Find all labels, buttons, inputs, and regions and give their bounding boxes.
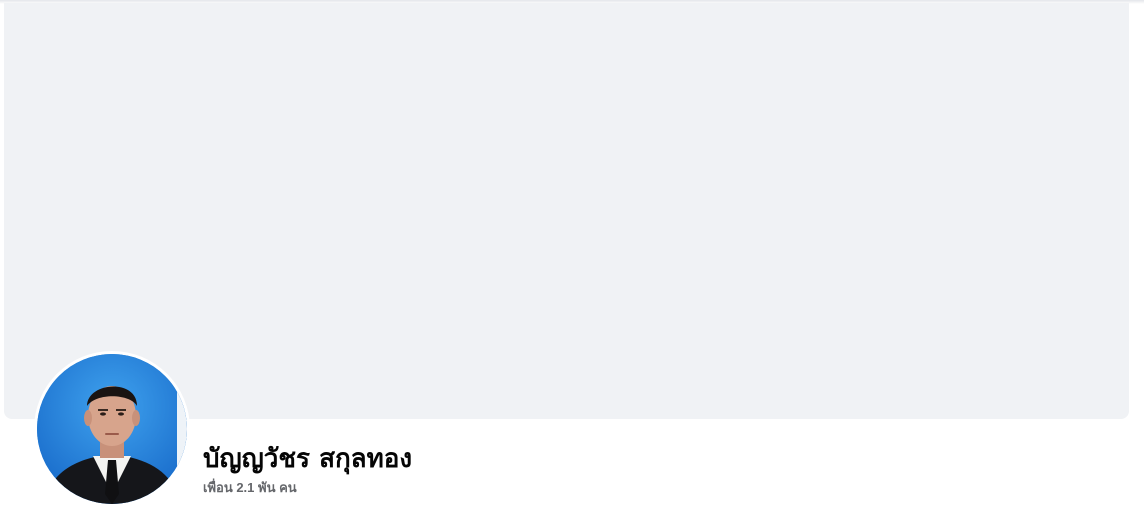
profile-page: บัญญวัชร สกุลทอง เพื่อน 2.1 พัน คน	[0, 0, 1144, 524]
profile-photo-icon	[37, 354, 187, 504]
profile-name: บัญญวัชร สกุลทอง	[203, 444, 413, 474]
friends-count[interactable]: เพื่อน 2.1 พัน คน	[203, 479, 297, 497]
profile-picture[interactable]	[34, 351, 190, 507]
cover-photo[interactable]	[4, 3, 1129, 419]
